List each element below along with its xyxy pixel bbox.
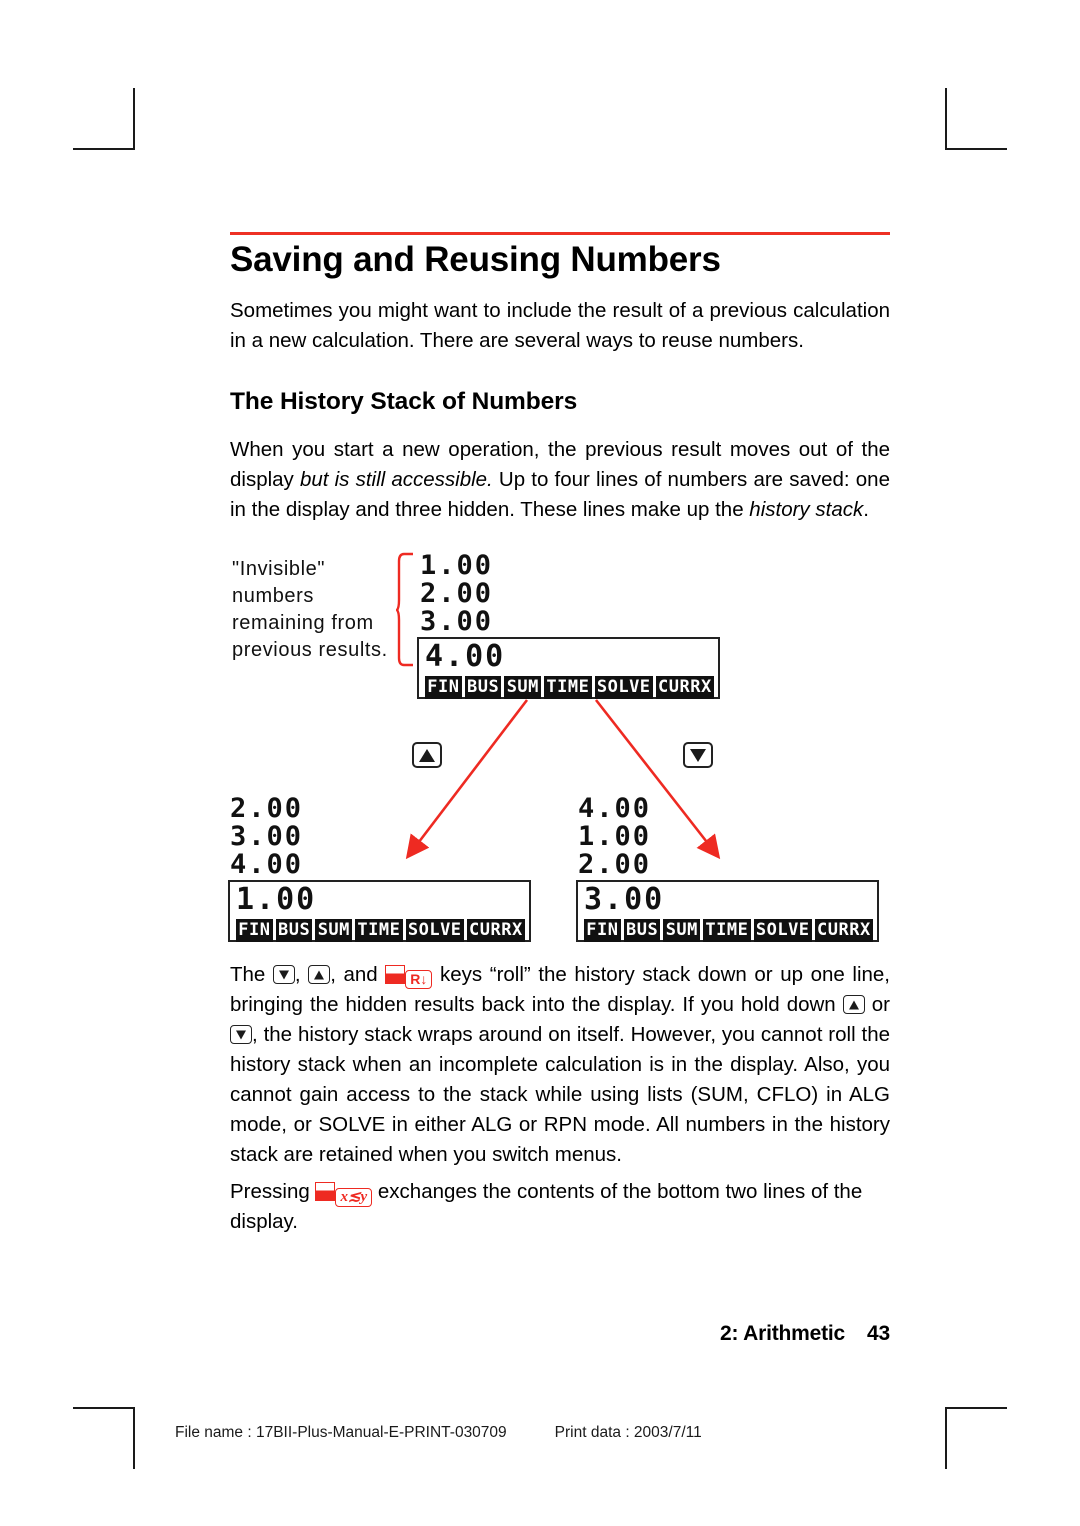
menu-key-time[interactable]: TIME — [544, 676, 592, 699]
crop-mark-line-horizontal — [73, 148, 135, 150]
page-number: 43 — [867, 1322, 890, 1345]
top-display-hidden-lines: 1.00 2.00 3.00 — [420, 552, 493, 636]
down-arrow-key-icon[interactable] — [272, 965, 295, 984]
folio: 2: Arithmetic 43 — [720, 1322, 890, 1346]
stack-text-italic-2: history stack — [749, 498, 864, 521]
menu-key-solve[interactable]: SOLVE — [753, 919, 812, 942]
hidden-line: 2.00 — [230, 793, 304, 824]
hidden-line: 1.00 — [420, 550, 494, 581]
triangle-down-icon — [278, 970, 289, 979]
annotation-line-2: numbers — [232, 585, 315, 607]
crop-mark-line-horizontal — [73, 1407, 135, 1409]
roll-text-3: , and — [330, 963, 386, 986]
menu-key-fin[interactable]: FIN — [236, 919, 273, 942]
crop-mark-top-right — [945, 88, 1007, 150]
triangle-up-icon — [848, 1000, 859, 1009]
menu-key-currx[interactable]: CURRX — [466, 919, 525, 942]
triangle-down-icon — [236, 1030, 246, 1039]
hidden-line: 3.00 — [420, 606, 494, 637]
up-arrow-key-icon[interactable] — [308, 965, 331, 984]
menu-key-currx[interactable]: CURRX — [655, 676, 714, 699]
annotation-line-1: "Invisible" — [232, 558, 326, 580]
roll-text-5: or — [864, 993, 890, 1016]
hidden-line: 2.00 — [578, 849, 652, 880]
crop-mark-bottom-left — [73, 1407, 135, 1469]
roll-text-6: , the history stack wraps around on itse… — [230, 1023, 890, 1166]
crop-mark-line-vertical — [133, 1407, 135, 1469]
hidden-line: 3.00 — [230, 821, 304, 852]
hidden-line: 4.00 — [230, 849, 304, 880]
left-display-hidden-lines: 2.00 3.00 4.00 — [230, 795, 303, 879]
menu-key-bus[interactable]: BUS — [464, 676, 502, 699]
swap-xy-key[interactable]: x≲y — [335, 1188, 373, 1207]
down-arrow-key-icon[interactable] — [230, 1025, 252, 1044]
top-display: 4.00 FIN BUS SUM TIME SOLVE CURRX — [417, 637, 720, 699]
roll-text-1: The — [230, 963, 273, 986]
menu-key-solve[interactable]: SOLVE — [405, 919, 464, 942]
menu-key-time[interactable]: TIME — [355, 919, 403, 942]
roll-paragraph: The , , and R↓ keys “roll” the history s… — [230, 960, 890, 1170]
arrow-to-left-display — [405, 699, 529, 860]
invisible-numbers-annotation: "Invisible" numbers remaining from previ… — [232, 556, 412, 664]
menu-key-sum[interactable]: SUM — [663, 919, 701, 942]
crop-mark-line-vertical — [945, 1407, 947, 1469]
file-name-label: File name : 17BII-Plus-Manual-E-PRINT-03… — [175, 1424, 507, 1441]
menu-key-solve[interactable]: SOLVE — [594, 676, 653, 699]
annotation-line-4: previous results. — [232, 639, 388, 661]
menu-key-currx[interactable]: CURRX — [814, 919, 873, 942]
display-menu-bar: FIN BUS SUM TIME SOLVE CURRX — [425, 676, 714, 699]
section-subtitle: The History Stack of Numbers — [230, 388, 578, 415]
roll-down-key[interactable]: R↓ — [405, 970, 433, 989]
shift-key-icon[interactable] — [385, 965, 406, 984]
crop-mark-line-vertical — [945, 88, 947, 150]
diagram-arrows — [405, 699, 721, 860]
crop-mark-line-horizontal — [945, 148, 1007, 150]
down-arrow-key[interactable] — [683, 742, 713, 768]
roll-text-2: , — [294, 963, 309, 986]
right-display-hidden-lines: 4.00 1.00 2.00 — [578, 795, 651, 879]
triangle-up-icon — [314, 970, 325, 979]
menu-key-bus[interactable]: BUS — [623, 919, 661, 942]
crop-mark-line-vertical — [133, 88, 135, 150]
print-data-label: Print data : 2003/7/11 — [554, 1424, 702, 1441]
display-value: 4.00 — [425, 639, 506, 674]
history-stack-paragraph: When you start a new operation, the prev… — [230, 435, 890, 525]
right-display: 3.00 FIN BUS SUM TIME SOLVE CURRX — [576, 880, 879, 942]
print-info-line: File name : 17BII-Plus-Manual-E-PRINT-03… — [175, 1424, 702, 1442]
crop-mark-line-horizontal — [945, 1407, 1007, 1409]
menu-key-time[interactable]: TIME — [703, 919, 751, 942]
stack-text-italic-1: but is still accessible. — [299, 468, 493, 491]
menu-key-fin[interactable]: FIN — [584, 919, 621, 942]
stack-text-3: . — [863, 498, 869, 521]
menu-key-fin[interactable]: FIN — [425, 676, 462, 699]
invisible-numbers-brace — [396, 552, 413, 667]
intro-paragraph: Sometimes you might want to include the … — [230, 299, 890, 352]
chapter-label: 2: Arithmetic — [720, 1322, 846, 1345]
crop-mark-top-left — [73, 88, 135, 150]
hidden-line: 4.00 — [578, 793, 652, 824]
page-title: Saving and Reusing Numbers — [230, 240, 721, 279]
display-menu-bar: FIN BUS SUM TIME SOLVE CURRX — [236, 919, 525, 942]
hidden-line: 2.00 — [420, 578, 494, 609]
title-rule — [230, 232, 890, 235]
crop-mark-bottom-right — [945, 1407, 1007, 1469]
swap-text-1: Pressing — [230, 1180, 316, 1203]
display-value: 3.00 — [584, 882, 665, 917]
up-arrow-key[interactable] — [412, 742, 442, 768]
menu-key-bus[interactable]: BUS — [275, 919, 313, 942]
triangle-up-icon — [419, 748, 435, 762]
shift-key-icon[interactable] — [315, 1182, 336, 1201]
menu-key-sum[interactable]: SUM — [504, 676, 542, 699]
swap-paragraph: Pressing x≲y exchanges the contents of t… — [230, 1177, 890, 1237]
annotation-line-3: remaining from — [232, 612, 374, 634]
up-arrow-key-icon[interactable] — [842, 995, 865, 1014]
left-display: 1.00 FIN BUS SUM TIME SOLVE CURRX — [228, 880, 531, 942]
display-menu-bar: FIN BUS SUM TIME SOLVE CURRX — [584, 919, 873, 942]
hidden-line: 1.00 — [578, 821, 652, 852]
menu-key-sum[interactable]: SUM — [315, 919, 353, 942]
display-value: 1.00 — [236, 882, 317, 917]
triangle-down-icon — [690, 748, 706, 762]
